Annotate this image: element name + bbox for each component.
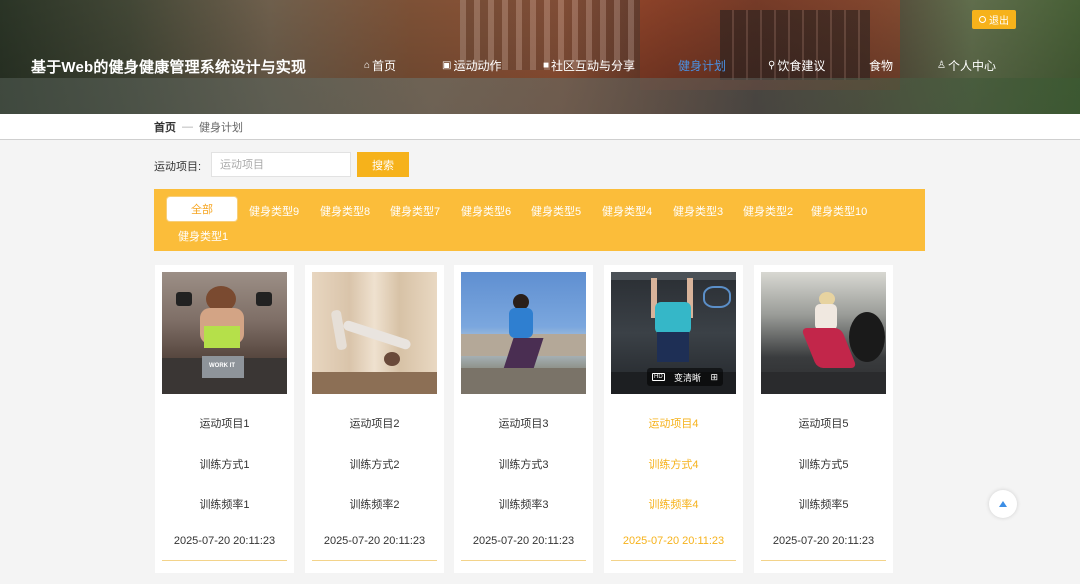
card-method: 训练方式5 — [798, 459, 849, 471]
category-item[interactable]: 健身类型5 — [531, 203, 581, 219]
square-icon: ■ — [543, 59, 550, 71]
breadcrumb: 首页 — 健身计划 — [154, 119, 243, 135]
category-all[interactable]: 全部 — [167, 197, 237, 221]
home-icon: ⌂ — [364, 59, 371, 71]
search-label: 运动项目: — [154, 161, 202, 173]
nav-label: 个人中心 — [947, 59, 996, 73]
card-frequency: 训练频率1 — [199, 499, 250, 511]
bike-icon: ⚲ — [768, 59, 776, 71]
breadcrumb-home[interactable]: 首页 — [154, 119, 176, 135]
category-item[interactable]: 健身类型7 — [390, 203, 440, 219]
arrow-up-icon — [999, 501, 1007, 507]
card-method: 训练方式4 — [648, 459, 699, 471]
header-banner: 基于Web的健身健康管理系统设计与实现 ⌂ 首页 ▣ 运动动作 ■ 社区互动与分享 健… — [0, 0, 1080, 114]
card-exercise: 运动项目5 — [798, 418, 849, 430]
breadcrumb-separator: — — [182, 121, 193, 133]
hd-icon: HD — [652, 373, 665, 381]
clarity-label: 变清晰 — [674, 372, 702, 383]
card-divider — [761, 560, 886, 561]
nav-community[interactable]: ■ 社区互动与分享 — [543, 57, 635, 74]
nav-user-center[interactable]: ♙ 个人中心 — [937, 57, 996, 74]
card-image[interactable]: HD 变清晰 ⊞ — [611, 272, 736, 394]
nav-exercise-actions[interactable]: ▣ 运动动作 — [442, 57, 501, 74]
card-image[interactable] — [312, 272, 437, 394]
banner-ground — [0, 78, 1080, 114]
plan-card[interactable]: 运动项目5 训练方式5 训练频率5 2025-07-20 20:11:23 — [754, 265, 893, 573]
nav-label: 首页 — [372, 59, 397, 73]
card-divider — [461, 560, 586, 561]
category-item[interactable]: 健身类型9 — [249, 203, 299, 219]
plan-card[interactable]: 运动项目2 训练方式2 训练频率2 2025-07-20 20:11:23 — [305, 265, 444, 573]
card-time: 2025-07-20 20:11:23 — [173, 535, 276, 547]
category-item[interactable]: 健身类型4 — [602, 203, 652, 219]
category-item[interactable]: 健身类型3 — [673, 203, 723, 219]
plan-card[interactable]: WORK IT 运动项目1 训练方式1 训练频率1 2025-07-20 20:… — [155, 265, 294, 573]
nav-fitness-plan[interactable]: 健身计划 — [678, 57, 726, 74]
category-item[interactable]: 健身类型1 — [178, 228, 228, 244]
logout-label: 退出 — [989, 16, 1009, 27]
grid-icon: ⊞ — [710, 371, 718, 382]
category-item[interactable]: 健身类型2 — [743, 203, 793, 219]
card-image[interactable]: WORK IT — [162, 272, 287, 394]
breadcrumb-current: 健身计划 — [199, 122, 243, 134]
card-time: 2025-07-20 20:11:23 — [772, 535, 875, 547]
main-nav: ⌂ 首页 ▣ 运动动作 ■ 社区互动与分享 健身计划 ⚲ 饮食建议 食物 ♙ 个人中心 — [0, 57, 1080, 75]
card-frequency: 训练频率5 — [798, 499, 849, 511]
category-item[interactable]: 健身类型8 — [320, 203, 370, 219]
category-item[interactable]: 健身类型6 — [461, 203, 511, 219]
nav-label: 健身计划 — [678, 59, 727, 73]
nav-diet-advice[interactable]: ⚲ 饮食建议 — [768, 57, 825, 74]
card-exercise: 运动项目4 — [648, 418, 699, 430]
card-exercise: 运动项目1 — [199, 418, 250, 430]
shorts-text: WORK IT — [209, 363, 235, 369]
nav-label: 社区互动与分享 — [551, 59, 636, 73]
plan-card[interactable]: HD 变清晰 ⊞ 运动项目4 训练方式4 训练频率4 2025-07-20 20… — [604, 265, 743, 573]
nav-label: 运动动作 — [453, 59, 502, 73]
card-time: 2025-07-20 20:11:23 — [323, 535, 426, 547]
nav-home[interactable]: ⌂ 首页 — [364, 57, 396, 74]
plan-card[interactable]: 运动项目3 训练方式3 训练频率3 2025-07-20 20:11:23 — [454, 265, 593, 573]
card-frequency: 训练频率4 — [648, 499, 699, 511]
category-item[interactable]: 健身类型10 — [811, 203, 867, 219]
card-method: 训练方式1 — [199, 459, 250, 471]
search-button[interactable]: 搜索 — [357, 152, 409, 177]
search-input[interactable] — [211, 152, 351, 177]
card-frequency: 训练频率2 — [349, 499, 400, 511]
user-icon: ♙ — [937, 59, 946, 71]
logout-button[interactable]: 退出 — [972, 10, 1016, 29]
card-frequency: 训练频率3 — [498, 499, 549, 511]
nav-label: 食物 — [869, 59, 894, 73]
card-method: 训练方式3 — [498, 459, 549, 471]
back-to-top-button[interactable] — [989, 490, 1017, 518]
card-divider — [611, 560, 736, 561]
card-exercise: 运动项目2 — [349, 418, 400, 430]
card-divider — [162, 560, 287, 561]
video-icon: ▣ — [442, 59, 452, 71]
card-exercise: 运动项目3 — [498, 418, 549, 430]
card-method: 训练方式2 — [349, 459, 400, 471]
power-icon — [979, 16, 986, 23]
card-image[interactable] — [761, 272, 886, 394]
category-filter: 全部 健身类型9 健身类型8 健身类型7 健身类型6 健身类型5 健身类型4 健… — [154, 189, 925, 251]
clarity-toggle[interactable]: HD 变清晰 ⊞ — [647, 368, 723, 386]
nav-label: 饮食建议 — [777, 59, 826, 73]
card-time: 2025-07-20 20:11:23 — [472, 535, 575, 547]
card-divider — [312, 560, 437, 561]
nav-food[interactable]: 食物 — [869, 57, 893, 74]
card-image[interactable] — [461, 272, 586, 394]
card-time: 2025-07-20 20:11:23 — [622, 535, 725, 547]
